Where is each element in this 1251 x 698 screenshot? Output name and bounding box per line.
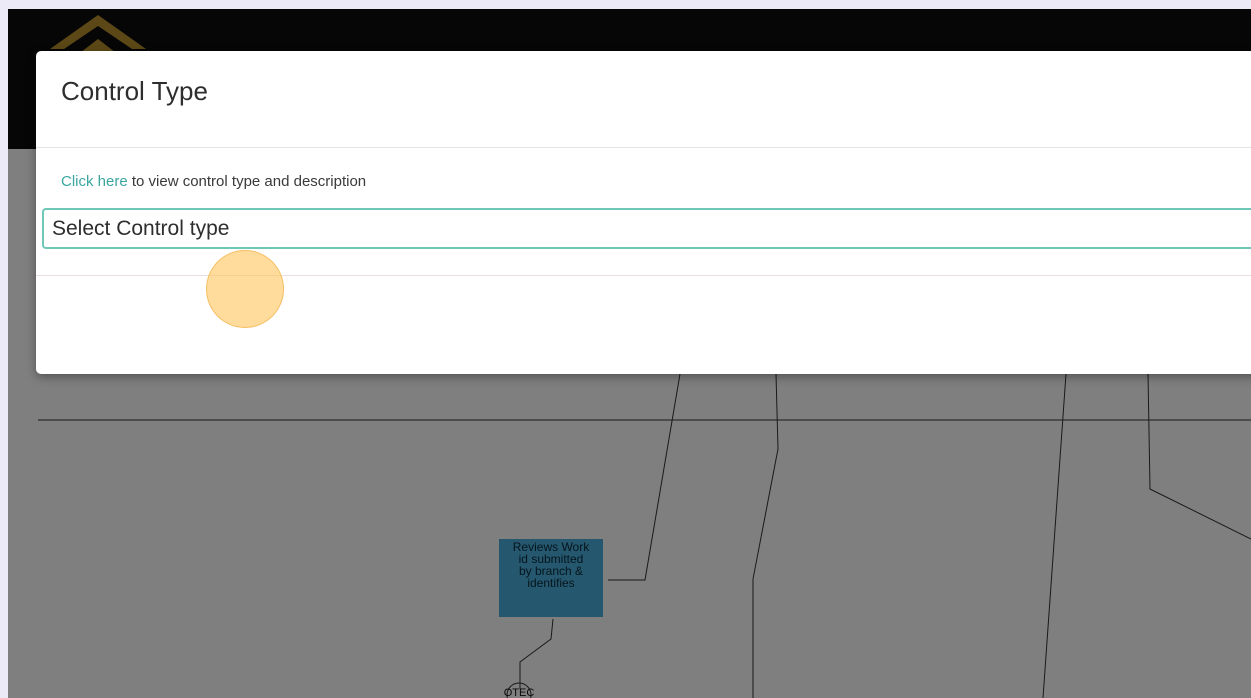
app-window: Reviews Work id submitted by branch & id… bbox=[8, 9, 1251, 698]
hint-text: to view control type and description bbox=[127, 173, 367, 190]
select-placeholder: Select Control type bbox=[52, 217, 230, 240]
modal-title: Control Type bbox=[61, 76, 208, 106]
click-here-link[interactable]: Click here bbox=[61, 173, 128, 190]
modal-header: Control Type bbox=[36, 51, 1251, 148]
control-type-modal: Control Type Click here to view control … bbox=[36, 51, 1251, 374]
click-indicator bbox=[206, 250, 284, 328]
control-type-hint: Click here to view control type and desc… bbox=[61, 173, 366, 190]
control-type-select[interactable]: Select Control type bbox=[42, 208, 1251, 249]
